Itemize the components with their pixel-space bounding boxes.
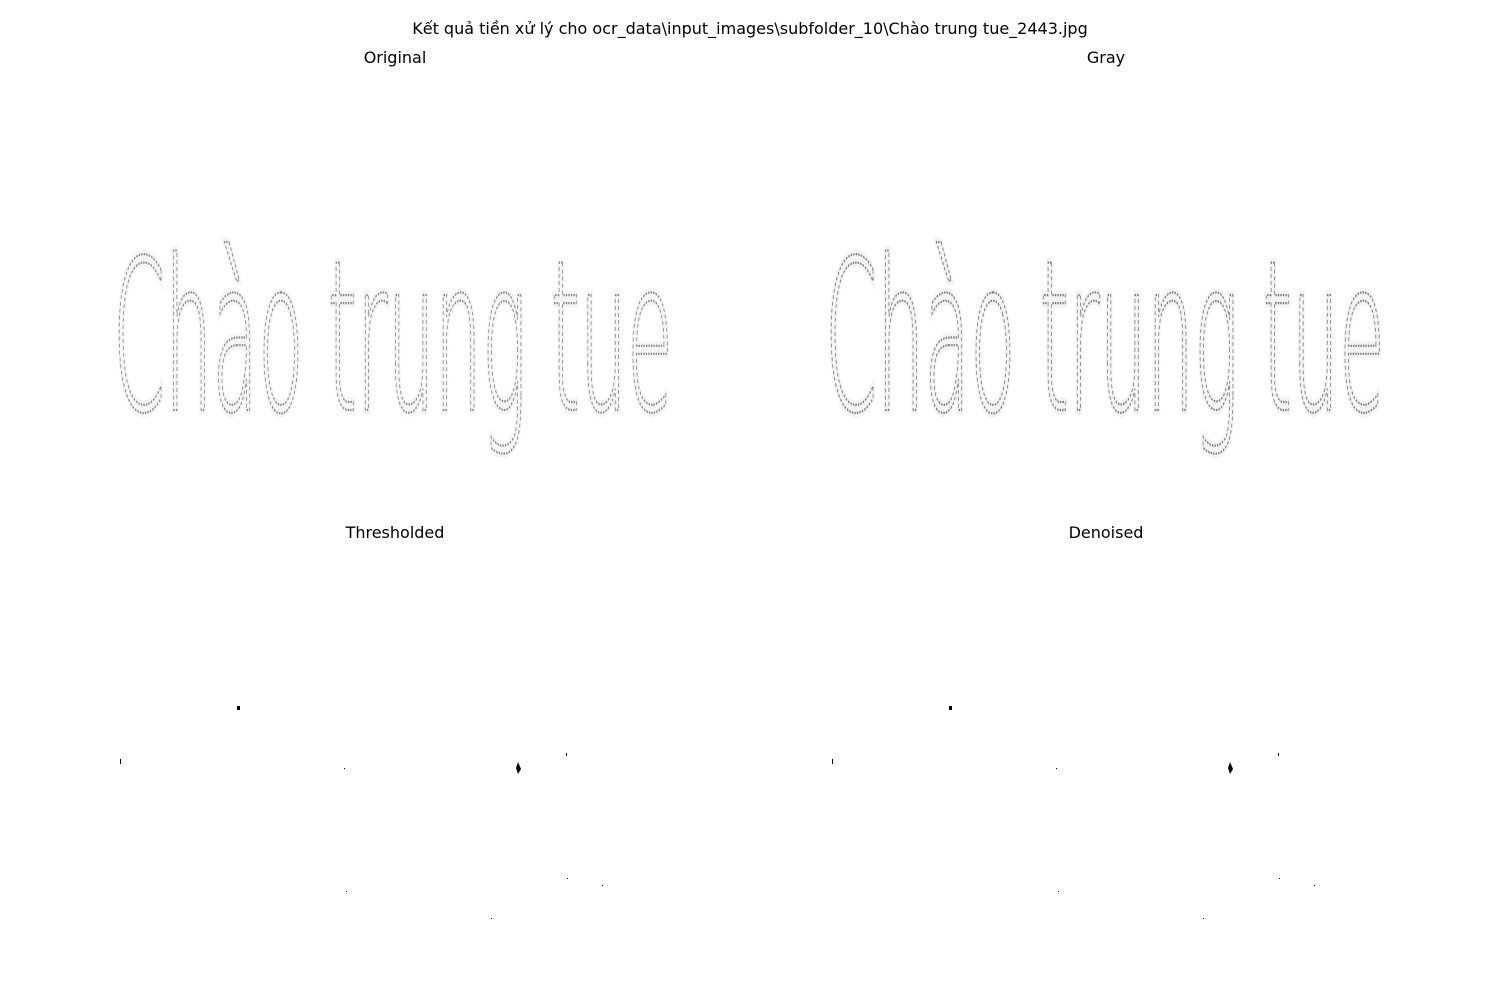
figure: Kết quả tiền xử lý cho ocr_data\input_im… (0, 0, 1500, 1000)
threshold-speck (344, 768, 345, 769)
denoised-image (817, 650, 1397, 990)
threshold-speck (120, 759, 121, 764)
threshold-speck (602, 885, 603, 886)
panel-title-denoised: Denoised (1068, 523, 1144, 542)
gray-image-text-halo: Chào trung tue (825, 215, 1385, 460)
denoised-speck (1279, 878, 1280, 879)
thresholded-image (105, 650, 685, 990)
threshold-speck (237, 706, 240, 710)
threshold-speck (567, 878, 568, 879)
original-image-text-halo: Chào trung tue (113, 215, 673, 460)
original-image: Chào trung tue Chào trung tue (105, 175, 685, 515)
denoised-speck (1056, 768, 1057, 769)
threshold-speck (491, 918, 492, 919)
denoised-speck (832, 759, 833, 764)
threshold-speck (346, 891, 347, 892)
denoised-speck (1058, 891, 1059, 892)
denoised-speck (1278, 753, 1279, 756)
gray-image: Chào trung tue Chào trung tue (817, 175, 1397, 515)
denoised-speck (1203, 918, 1204, 919)
threshold-speck (566, 753, 567, 756)
denoised-speck (1228, 762, 1233, 774)
panel-title-original: Original (363, 48, 427, 67)
panel-title-gray: Gray (1086, 48, 1126, 67)
denoised-speck (949, 706, 952, 710)
panel-title-thresholded: Thresholded (345, 523, 445, 542)
threshold-speck (516, 762, 521, 774)
figure-title: Kết quả tiền xử lý cho ocr_data\input_im… (412, 19, 1088, 38)
denoised-speck (1314, 885, 1315, 886)
